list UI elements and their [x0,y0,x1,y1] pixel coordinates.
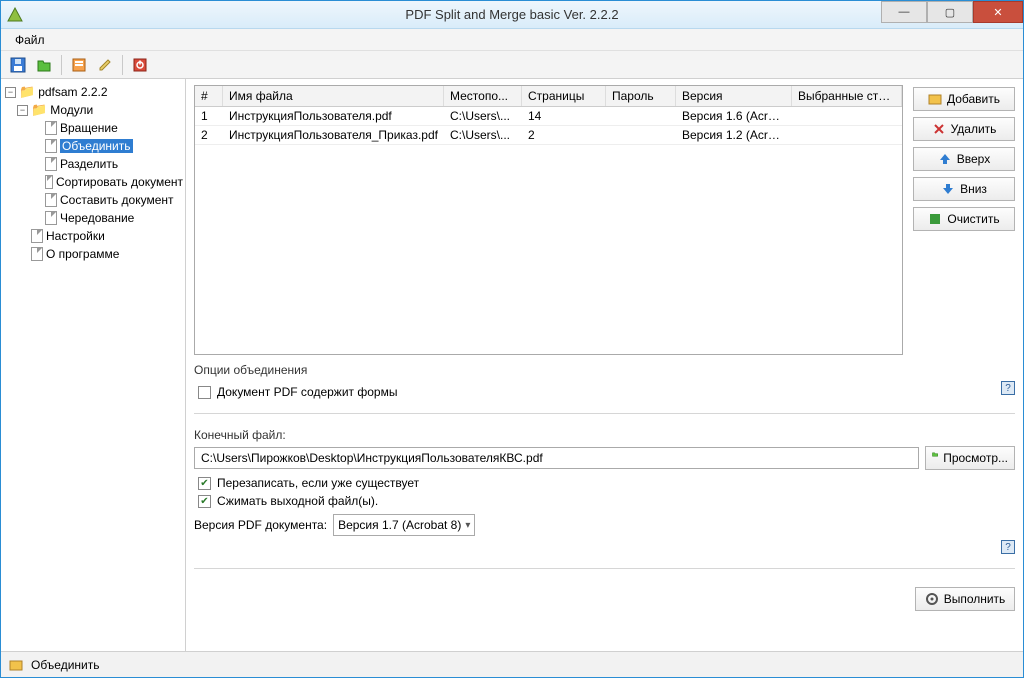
tree-item-split[interactable]: Разделить [3,155,183,173]
titlebar[interactable]: PDF Split and Merge basic Ver. 2.2.2 — ▢… [1,1,1023,29]
separator [194,568,1015,569]
app-icon [7,7,23,23]
table-row[interactable]: 2 ИнструкцияПользователя_Приказ.pdf C:\U… [195,126,902,145]
page-icon [45,193,57,207]
checkbox-checked-icon: ✔ [198,495,211,508]
page-icon [45,157,57,171]
collapse-icon[interactable]: − [5,87,16,98]
tree-about[interactable]: О программе [3,245,183,263]
tree-modules[interactable]: − 📁 Модули [3,101,183,119]
output-group: Конечный файл: Просмотр... ✔ Перезаписат… [194,428,1015,554]
col-password[interactable]: Пароль [606,86,676,106]
execute-button[interactable]: Выполнить [915,587,1015,611]
status-icon [9,658,23,672]
gear-icon [925,592,939,606]
col-version[interactable]: Версия [676,86,792,106]
sidebar-tree[interactable]: − 📁 pdfsam 2.2.2 − 📁 Модули Вращение Объ… [1,79,186,651]
output-path-input[interactable] [194,447,919,469]
col-index[interactable]: # [195,86,223,106]
tree-item-compose[interactable]: Составить документ [3,191,183,209]
window-title: PDF Split and Merge basic Ver. 2.2.2 [1,7,1023,22]
log-icon[interactable] [68,54,90,76]
help-icon[interactable]: ? [1001,540,1015,554]
statusbar: Объединить [1,651,1023,677]
help-icon[interactable]: ? [1001,381,1015,395]
tree-item-rotate[interactable]: Вращение [3,119,183,137]
tree-root[interactable]: − 📁 pdfsam 2.2.2 [3,83,183,101]
remove-icon [932,122,946,136]
page-icon [31,247,43,261]
col-location[interactable]: Местопо... [444,86,522,106]
page-icon [45,121,57,135]
window-controls: — ▢ ✕ [881,1,1023,23]
checkbox-checked-icon: ✔ [198,477,211,490]
minimize-button[interactable]: — [881,1,927,23]
contains-forms-checkbox[interactable]: Документ PDF содержит формы [198,385,397,399]
collapse-icon[interactable]: − [17,105,28,116]
compress-checkbox[interactable]: ✔ Сжимать выходной файл(ы). [198,494,1015,508]
main-panel: # Имя файла Местопо... Страницы Пароль В… [186,79,1023,651]
page-icon [45,211,57,225]
body: − 📁 pdfsam 2.2.2 − 📁 Модули Вращение Объ… [1,79,1023,651]
overwrite-checkbox[interactable]: ✔ Перезаписать, если уже существует [198,476,1015,490]
page-icon [45,175,53,189]
arrow-up-icon [938,152,952,166]
tree-item-merge[interactable]: Объединить [3,137,183,155]
exit-icon[interactable] [129,54,151,76]
close-button[interactable]: ✕ [973,1,1023,23]
col-filename[interactable]: Имя файла [223,86,444,106]
arrow-down-icon [941,182,955,196]
merge-options-title: Опции объединения [194,363,1015,377]
col-selected-pages[interactable]: Выбранные стран... [792,86,902,106]
tree-settings[interactable]: Настройки [3,227,183,245]
browse-button[interactable]: Просмотр... [925,446,1015,470]
folder-icon: 📁 [31,102,47,118]
action-bar: Выполнить [194,583,1015,611]
folder-icon: 📁 [19,84,35,100]
add-icon [928,92,942,106]
open-icon[interactable] [33,54,55,76]
toolbar [1,51,1023,79]
menubar: Файл [1,29,1023,51]
app-window: PDF Split and Merge basic Ver. 2.2.2 — ▢… [0,0,1024,678]
pdf-version-select[interactable]: Версия 1.7 (Acrobat 8) ▾ [333,514,475,536]
tree-item-alternate[interactable]: Чередование [3,209,183,227]
file-actions: Добавить Удалить Вверх Вниз Очистить [913,85,1015,355]
separator [194,413,1015,414]
folder-open-icon [932,451,938,465]
clear-button[interactable]: Очистить [913,207,1015,231]
clear-log-icon[interactable] [94,54,116,76]
status-text: Объединить [31,658,100,672]
table-header: # Имя файла Местопо... Страницы Пароль В… [195,86,902,107]
output-label: Конечный файл: [194,428,1015,442]
up-button[interactable]: Вверх [913,147,1015,171]
remove-button[interactable]: Удалить [913,117,1015,141]
table-row[interactable]: 1 ИнструкцияПользователя.pdf C:\Users\..… [195,107,902,126]
down-button[interactable]: Вниз [913,177,1015,201]
merge-options-group: Опции объединения Документ PDF содержит … [194,363,1015,399]
page-icon [45,139,57,153]
tree-item-sort[interactable]: Сортировать документ [3,173,183,191]
save-icon[interactable] [7,54,29,76]
col-pages[interactable]: Страницы [522,86,606,106]
toolbar-separator [61,55,62,75]
file-table[interactable]: # Имя файла Местопо... Страницы Пароль В… [194,85,903,355]
file-list-area: # Имя файла Местопо... Страницы Пароль В… [194,85,1015,355]
page-icon [31,229,43,243]
toolbar-separator-2 [122,55,123,75]
pdf-version-label: Версия PDF документа: [194,518,327,532]
chevron-down-icon: ▾ [465,520,470,531]
add-button[interactable]: Добавить [913,87,1015,111]
checkbox-icon [198,386,211,399]
maximize-button[interactable]: ▢ [927,1,973,23]
menu-file[interactable]: Файл [9,31,51,49]
clear-icon [928,212,942,226]
